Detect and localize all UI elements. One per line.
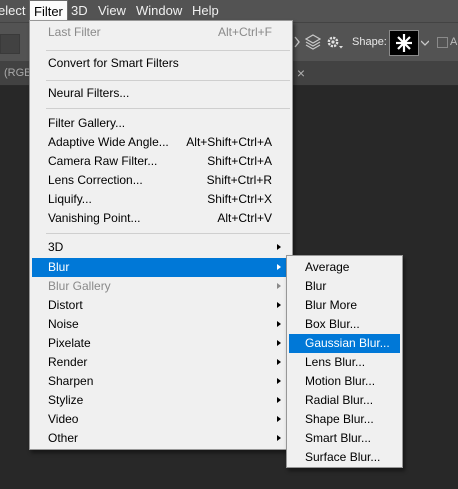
menu-item-neural-filters[interactable]: Neural Filters... — [32, 84, 290, 103]
align-edges-label: Al — [450, 36, 458, 48]
submenu-arrow-icon — [277, 435, 281, 441]
submenu-arrow-icon — [277, 264, 281, 270]
menu-item-video[interactable]: Video — [32, 410, 290, 429]
menu-item-sharpen[interactable]: Sharpen — [32, 372, 290, 391]
menu-item-blur-more[interactable]: Blur More — [289, 296, 400, 315]
menu-item-liquify[interactable]: Liquify... Shift+Ctrl+X — [32, 190, 290, 209]
submenu-arrow-icon — [277, 302, 281, 308]
menu-bar: elect Filter 3D View Window Help — [0, 0, 458, 22]
menu-item-vanishing-point[interactable]: Vanishing Point... Alt+Ctrl+V — [32, 209, 290, 228]
menu-item-box-blur[interactable]: Box Blur... — [289, 315, 400, 334]
separator — [46, 50, 290, 51]
close-icon[interactable]: × — [291, 61, 311, 85]
filter-menu: Last Filter Alt+Ctrl+F Convert for Smart… — [29, 20, 293, 450]
stack-icon[interactable] — [305, 33, 321, 51]
submenu-arrow-icon — [277, 283, 281, 289]
menu-item-radial-blur[interactable]: Radial Blur... — [289, 391, 400, 410]
submenu-arrow-icon — [277, 244, 281, 250]
menu-item-pixelate[interactable]: Pixelate — [32, 334, 290, 353]
menu-item-stylize[interactable]: Stylize — [32, 391, 290, 410]
menu-item-3d[interactable]: 3D — [32, 238, 290, 257]
menu-item-render[interactable]: Render — [32, 353, 290, 372]
separator — [46, 233, 290, 234]
menu-help[interactable]: Help — [188, 0, 223, 22]
chevron-down-icon[interactable] — [421, 39, 429, 47]
menu-item-gaussian-blur[interactable]: Gaussian Blur... — [289, 334, 400, 353]
menu-item-motion-blur[interactable]: Motion Blur... — [289, 372, 400, 391]
menu-item-adaptive-wide-angle[interactable]: Adaptive Wide Angle... Alt+Shift+Ctrl+A — [32, 133, 290, 152]
menu-item-blur-gallery: Blur Gallery — [32, 277, 290, 296]
menu-item-lens-blur[interactable]: Lens Blur... — [289, 353, 400, 372]
submenu-arrow-icon — [277, 340, 281, 346]
submenu-arrow-icon — [277, 397, 281, 403]
menu-item-blur-simple[interactable]: Blur — [289, 277, 400, 296]
submenu-arrow-icon — [277, 359, 281, 365]
shape-label: Shape: — [352, 36, 387, 48]
menu-item-last-filter: Last Filter Alt+Ctrl+F — [48, 25, 272, 39]
menu-item-smart-blur[interactable]: Smart Blur... — [289, 429, 400, 448]
submenu-arrow-icon — [277, 416, 281, 422]
menu-item-filter-gallery[interactable]: Filter Gallery... — [32, 114, 290, 133]
shape-picker[interactable] — [389, 30, 419, 56]
snowflake-shape-icon — [396, 34, 412, 52]
menu-item-camera-raw-filter[interactable]: Camera Raw Filter... Shift+Ctrl+A — [32, 152, 290, 171]
menu-3d[interactable]: 3D — [67, 0, 92, 22]
menu-item-average[interactable]: Average — [289, 258, 400, 277]
submenu-arrow-icon — [277, 378, 281, 384]
menu-window[interactable]: Window — [132, 0, 186, 22]
separator — [46, 108, 290, 109]
align-icon[interactable] — [294, 35, 304, 49]
menu-item-surface-blur[interactable]: Surface Blur... — [289, 448, 400, 467]
menu-item-other[interactable]: Other — [32, 429, 290, 448]
menu-item-distort[interactable]: Distort — [32, 296, 290, 315]
separator — [46, 80, 290, 81]
menu-item-shape-blur[interactable]: Shape Blur... — [289, 410, 400, 429]
gear-icon[interactable] — [326, 35, 344, 51]
menu-view[interactable]: View — [94, 0, 130, 22]
blur-submenu: Average Blur Blur More Box Blur... Gauss… — [286, 255, 403, 468]
submenu-arrow-icon — [277, 321, 281, 327]
menu-select[interactable]: elect — [0, 0, 29, 22]
align-edges-checkbox[interactable] — [437, 37, 448, 48]
menu-item-lens-correction[interactable]: Lens Correction... Shift+Ctrl+R — [32, 171, 290, 190]
menu-item-blur[interactable]: Blur — [32, 258, 290, 277]
menu-item-convert-smart-filters[interactable]: Convert for Smart Filters — [32, 54, 290, 73]
menu-filter[interactable]: Filter — [29, 0, 68, 22]
menu-item-noise[interactable]: Noise — [32, 315, 290, 334]
options-field[interactable] — [0, 34, 20, 54]
